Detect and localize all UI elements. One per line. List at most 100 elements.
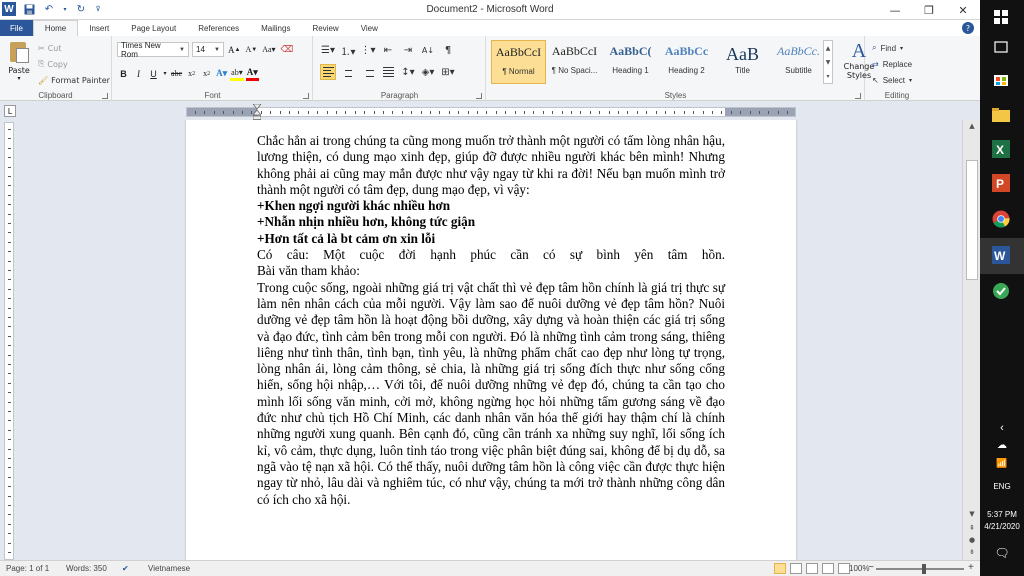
close-icon[interactable]: ✕ [946,0,980,20]
clipboard-launcher-icon[interactable] [102,93,108,99]
paste-button[interactable]: Paste ▾ [4,40,34,84]
browse-object-icon[interactable]: ● [966,536,978,546]
zoom-slider[interactable] [876,568,964,570]
bullet-line[interactable]: +Khen ngợi người khác nhiều hơn [257,198,725,214]
align-center-icon[interactable] [340,64,356,80]
italic-button[interactable]: I [132,66,145,81]
tab-page-layout[interactable]: Page Layout [120,20,187,36]
tab-view[interactable]: View [350,20,389,36]
more-styles-icon[interactable]: ▾ [826,73,829,80]
document-page[interactable]: Chắc hẳn ai trong chúng ta cũng mong muố… [186,120,796,560]
styles-gallery-scroll[interactable]: ▲ ▼ ▾ [823,40,833,84]
powerpoint-icon[interactable]: P [990,172,1012,194]
style-title[interactable]: AaB Title [715,40,770,84]
style-heading-2[interactable]: AaBbCc Heading 2 [659,40,714,84]
subscript-button[interactable]: x2 [185,66,198,81]
style-normal[interactable]: AaBbCcI ¶ Normal [491,40,546,84]
show-hidden-icons-icon[interactable]: ‹ [980,422,1024,434]
align-right-icon[interactable] [360,64,376,80]
clock-time[interactable]: 5:37 PM [980,510,1024,519]
tab-references[interactable]: References [187,20,250,36]
select-button[interactable]: ↖ Select ▾ [872,72,912,88]
multilevel-list-icon[interactable]: ⋮▾ [360,42,376,58]
proofing-icon[interactable]: ✔ [122,564,129,573]
replace-button[interactable]: ⇄ Replace [872,56,912,72]
network-icon[interactable]: 📶 [980,458,1024,469]
notifications-icon[interactable]: 🗨 [980,546,1024,560]
clock-date[interactable]: 4/21/2020 [980,522,1024,531]
next-page-icon[interactable]: ⇟ [966,548,978,558]
zoom-level[interactable]: 100% [849,564,869,573]
horizontal-ruler[interactable] [186,104,796,120]
print-layout-view-icon[interactable] [774,563,786,574]
show-formatting-icon[interactable]: ¶ [440,42,456,58]
scroll-up-icon[interactable]: ▲ [966,122,978,132]
bullet-line[interactable]: +Hơn tất cả là bt cảm ơn xin lỗi [257,231,725,247]
word-count[interactable]: Words: 350 [66,564,107,573]
restore-icon[interactable]: ❐ [912,0,946,20]
change-case-button[interactable]: Aa▾ [261,42,276,57]
strikethrough-button[interactable]: abc [170,66,183,81]
tab-insert[interactable]: Insert [78,20,120,36]
help-icon[interactable]: ? [962,22,974,34]
line-spacing-icon[interactable]: ↕▾ [400,64,416,80]
paragraph-reference-heading[interactable]: Bài văn tham khảo: [257,263,725,279]
tab-mailings[interactable]: Mailings [250,20,301,36]
format-painter-button[interactable]: 🖌 Format Painter [38,72,110,88]
language-status[interactable]: Vietnamese [148,564,190,573]
align-left-icon[interactable] [320,64,336,80]
bullet-line[interactable]: +Nhẫn nhịn nhiều hơn, không tức giận [257,214,725,230]
vertical-ruler[interactable] [4,122,14,560]
zoom-out-icon[interactable]: − [868,562,874,573]
zoom-in-icon[interactable]: + [968,562,974,573]
previous-page-icon[interactable]: ⇞ [966,524,978,534]
outline-view-icon[interactable] [822,563,834,574]
numbering-icon[interactable]: ⒈▾ [340,42,356,58]
style-subtitle[interactable]: AaBbCc. Subtitle [771,40,826,84]
zoom-slider-thumb[interactable] [922,564,926,574]
tab-selector-icon[interactable]: L [4,105,16,117]
superscript-button[interactable]: x2 [200,66,213,81]
paragraph-launcher-icon[interactable] [476,93,482,99]
tab-file[interactable]: File [0,20,33,36]
sort-icon[interactable]: A↓ [420,42,436,58]
copy-button[interactable]: ⎘ Copy [38,56,110,72]
excel-icon[interactable]: X [990,138,1012,160]
font-color-button[interactable]: A▾ [245,66,259,81]
document-content[interactable]: Chắc hẳn ai trong chúng ta cũng mong muố… [257,133,725,508]
app-icon[interactable] [990,280,1012,302]
scrollbar-thumb[interactable] [966,160,978,280]
clear-formatting-icon[interactable]: ⌫ [280,42,295,57]
indent-marker-icon[interactable] [253,104,261,120]
paragraph-intro[interactable]: Chắc hẳn ai trong chúng ta cũng mong muố… [257,133,725,198]
text-effects-button[interactable]: A▾ [215,66,228,81]
paragraph-quote[interactable]: Có câu: Một cuộc đời hạnh phúc cần có sự… [257,247,725,263]
word-taskbar-icon[interactable]: W [990,244,1012,266]
tab-home[interactable]: Home [32,20,79,36]
chevron-up-icon[interactable]: ▲ [826,45,831,52]
windows-start-icon[interactable] [990,6,1012,28]
shrink-font-button[interactable]: A ▼ [244,42,258,57]
underline-button[interactable]: U [147,66,160,81]
decrease-indent-icon[interactable]: ⇤ [380,42,396,58]
web-layout-icon[interactable] [806,563,818,574]
borders-icon[interactable]: ⊞▾ [440,64,456,80]
tab-review[interactable]: Review [301,20,349,36]
store-icon[interactable] [990,68,1012,90]
bullets-icon[interactable]: ☰▾ [320,42,336,58]
input-language[interactable]: ENG [980,482,1024,491]
style-heading-1[interactable]: AaBbC( Heading 1 [603,40,658,84]
onedrive-icon[interactable]: ☁ [980,440,1024,451]
justify-icon[interactable] [380,64,396,80]
full-screen-reading-icon[interactable] [790,563,802,574]
shading-icon[interactable]: ◈▾ [420,64,436,80]
increase-indent-icon[interactable]: ⇥ [400,42,416,58]
chrome-icon[interactable] [990,208,1012,230]
underline-dropdown-icon[interactable]: ▾ [162,66,168,81]
grow-font-button[interactable]: A ▲ [227,42,241,57]
cut-button[interactable]: ✂ Cut [38,40,110,56]
vertical-scrollbar[interactable]: ▲ ▼ ⇞ ● ⇟ [962,120,980,560]
find-button[interactable]: ⌕ Find ▾ [872,40,912,56]
scroll-down-icon[interactable]: ▼ [966,510,978,520]
page-count[interactable]: Page: 1 of 1 [6,564,49,573]
